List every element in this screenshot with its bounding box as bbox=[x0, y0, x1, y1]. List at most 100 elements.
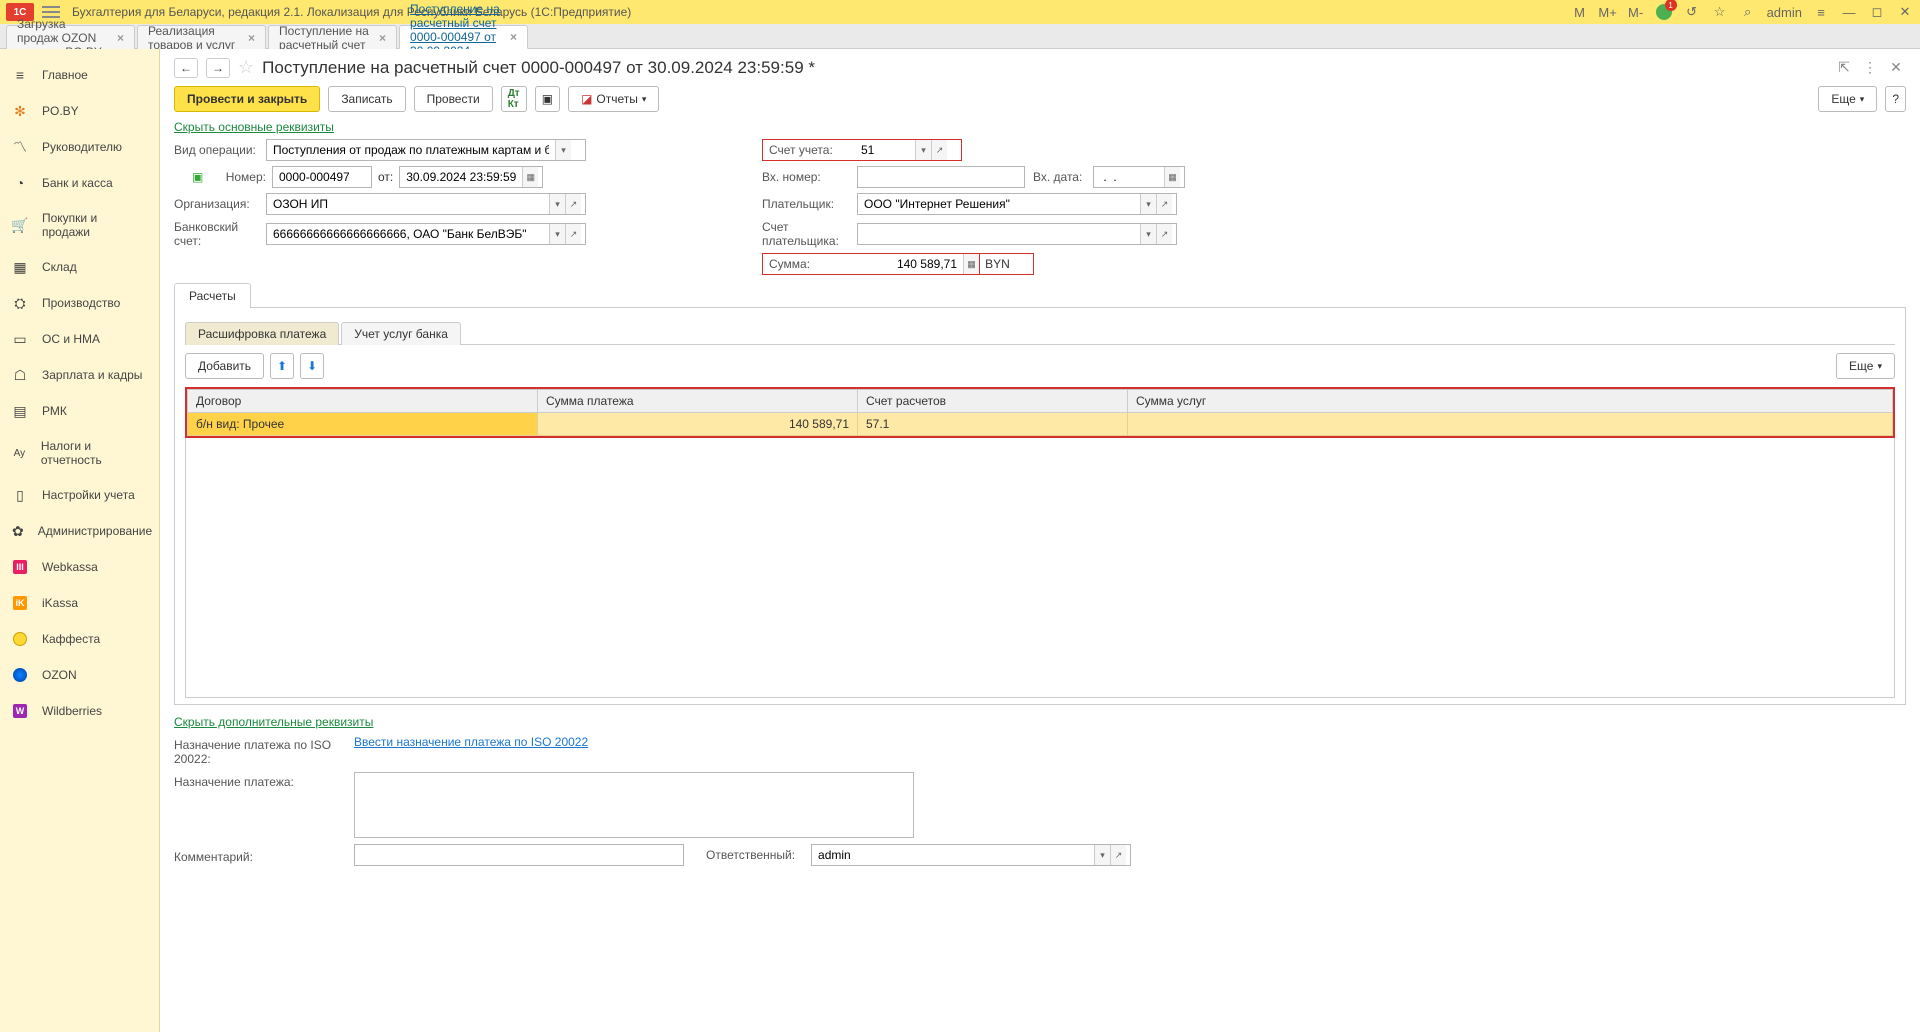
open-icon[interactable]: ↗ bbox=[1156, 194, 1172, 214]
sidebar-item-accounting-settings[interactable]: ▯Настройки учета bbox=[0, 477, 159, 513]
chevron-down-icon[interactable]: ▾ bbox=[555, 140, 571, 160]
history-icon[interactable]: ↺ bbox=[1683, 3, 1701, 21]
table-row[interactable]: б/н вид: Прочее 140 589,71 57.1 bbox=[188, 413, 1893, 436]
calc-mminus-icon[interactable]: M- bbox=[1627, 3, 1645, 21]
close-page-icon[interactable]: ✕ bbox=[1886, 58, 1906, 78]
tab-3[interactable]: Поступление на расчетный счет 0000-00049… bbox=[399, 25, 528, 49]
cell-service-amount[interactable] bbox=[1128, 413, 1893, 436]
sidebar-item-poby[interactable]: ✻PO.BY bbox=[0, 93, 159, 129]
payer-field[interactable]: ▾↗ bbox=[857, 193, 1177, 215]
bank-field[interactable]: ▾↗ bbox=[266, 223, 586, 245]
tab-2[interactable]: Поступление на расчетный счет× bbox=[268, 25, 397, 49]
number-input[interactable] bbox=[273, 167, 369, 187]
maximize-icon[interactable]: ◻ bbox=[1868, 3, 1886, 21]
sidebar-item-warehouse[interactable]: ▦Склад bbox=[0, 249, 159, 285]
date-field[interactable]: ▦ bbox=[399, 166, 543, 188]
calculator-icon[interactable]: ▦ bbox=[963, 254, 979, 274]
subtab-bank-services[interactable]: Учет услуг банка bbox=[341, 322, 461, 345]
chevron-down-icon[interactable]: ▾ bbox=[549, 224, 565, 244]
sidebar-item-assets[interactable]: ▭ОС и НМА bbox=[0, 321, 159, 357]
more-vertical-icon[interactable]: ⋮ bbox=[1860, 58, 1880, 78]
comment-input[interactable] bbox=[355, 845, 681, 865]
sidebar-item-rmk[interactable]: ▤РМК bbox=[0, 393, 159, 429]
close-icon[interactable]: × bbox=[510, 30, 517, 44]
calc-mplus-icon[interactable]: M+ bbox=[1599, 3, 1617, 21]
number-field[interactable] bbox=[272, 166, 372, 188]
hide-extra-link[interactable]: Скрыть дополнительные реквизиты bbox=[174, 715, 373, 729]
calendar-icon[interactable]: ▦ bbox=[522, 167, 538, 187]
payer-acc-field[interactable]: ▾↗ bbox=[857, 223, 1177, 245]
responsible-field[interactable]: ▾↗ bbox=[811, 844, 1131, 866]
help-button[interactable]: ? bbox=[1885, 86, 1906, 112]
sidebar-item-ikassa[interactable]: iKiKassa bbox=[0, 585, 159, 621]
in-date-input[interactable] bbox=[1094, 167, 1164, 187]
sidebar-item-ozon[interactable]: OZON bbox=[0, 657, 159, 693]
open-icon[interactable]: ↗ bbox=[565, 224, 581, 244]
sidebar-item-sales[interactable]: 🛒Покупки и продажи bbox=[0, 201, 159, 249]
favorite-toggle-icon[interactable]: ☆ bbox=[238, 57, 254, 78]
cell-contract[interactable]: б/н вид: Прочее bbox=[188, 413, 538, 436]
open-icon[interactable]: ↗ bbox=[565, 194, 581, 214]
op-type-field[interactable]: ▾ bbox=[266, 139, 586, 161]
minimize-icon[interactable]: — bbox=[1840, 3, 1858, 21]
sidebar-item-manager[interactable]: 〽Руководителю bbox=[0, 129, 159, 165]
reports-button[interactable]: ◪Отчеты▾ bbox=[568, 86, 659, 112]
account-input[interactable] bbox=[855, 140, 915, 160]
col-account[interactable]: Счет расчетов bbox=[858, 390, 1128, 413]
link-icon[interactable]: ⇱ bbox=[1834, 58, 1854, 78]
date-input[interactable] bbox=[400, 167, 522, 187]
nav-forward-button[interactable]: → bbox=[206, 58, 230, 78]
sidebar-item-main[interactable]: ≡Главное bbox=[0, 57, 159, 93]
settings-icon[interactable]: ≡ bbox=[1812, 3, 1830, 21]
payer-acc-input[interactable] bbox=[858, 224, 1140, 244]
more-button[interactable]: Еще▾ bbox=[1818, 86, 1877, 112]
add-row-button[interactable]: Добавить bbox=[185, 353, 264, 379]
close-icon[interactable]: × bbox=[379, 31, 386, 45]
cell-account[interactable]: 57.1 bbox=[858, 413, 1128, 436]
cell-amount[interactable]: 140 589,71 bbox=[538, 413, 858, 436]
table-empty-space[interactable] bbox=[185, 438, 1895, 698]
nav-back-button[interactable]: ← bbox=[174, 58, 198, 78]
iso-link[interactable]: Ввести назначение платежа по ISO 20022 bbox=[354, 735, 588, 749]
tab-0[interactable]: Загрузка продаж OZON по дням PO.BY× bbox=[6, 25, 135, 49]
sidebar-item-production[interactable]: ⛭Производство bbox=[0, 285, 159, 321]
move-down-button[interactable]: ⬇ bbox=[300, 353, 324, 379]
sidebar-item-tax[interactable]: AyНалоги и отчетность bbox=[0, 429, 159, 477]
col-contract[interactable]: Договор bbox=[188, 390, 538, 413]
chevron-down-icon[interactable]: ▾ bbox=[1140, 194, 1156, 214]
dt-kt-button[interactable]: ДтКт bbox=[501, 86, 527, 112]
chevron-down-icon[interactable]: ▾ bbox=[915, 140, 931, 160]
sidebar-item-bank[interactable]: ◔Банк и касса bbox=[0, 165, 159, 201]
sum-input[interactable] bbox=[855, 254, 963, 274]
sidebar-item-wildberries[interactable]: WWildberries bbox=[0, 693, 159, 729]
col-service-amount[interactable]: Сумма услуг bbox=[1128, 390, 1893, 413]
tab-calculations[interactable]: Расчеты bbox=[174, 283, 251, 308]
search-icon[interactable]: ⌕ bbox=[1739, 3, 1757, 21]
chevron-down-icon[interactable]: ▾ bbox=[1140, 224, 1156, 244]
post-and-close-button[interactable]: Провести и закрыть bbox=[174, 86, 320, 112]
org-input[interactable] bbox=[267, 194, 549, 214]
inner-more-button[interactable]: Еще▾ bbox=[1836, 353, 1895, 379]
user-label[interactable]: admin bbox=[1767, 3, 1802, 21]
chevron-down-icon[interactable]: ▾ bbox=[549, 194, 565, 214]
op-type-input[interactable] bbox=[267, 140, 555, 160]
write-button[interactable]: Записать bbox=[328, 86, 405, 112]
col-amount[interactable]: Сумма платежа bbox=[538, 390, 858, 413]
responsible-input[interactable] bbox=[812, 845, 1094, 865]
in-number-field[interactable] bbox=[857, 166, 1025, 188]
tab-1[interactable]: Реализация товаров и услуг× bbox=[137, 25, 266, 49]
open-icon[interactable]: ↗ bbox=[1110, 845, 1126, 865]
sidebar-item-webkassa[interactable]: IIIWebkassa bbox=[0, 549, 159, 585]
post-button[interactable]: Провести bbox=[414, 86, 493, 112]
open-icon[interactable]: ↗ bbox=[1156, 224, 1172, 244]
bank-input[interactable] bbox=[267, 224, 549, 244]
favorites-icon[interactable]: ☆ bbox=[1711, 3, 1729, 21]
chevron-down-icon[interactable]: ▾ bbox=[1094, 845, 1110, 865]
close-icon[interactable]: × bbox=[117, 31, 124, 45]
move-up-button[interactable]: ⬆ bbox=[270, 353, 294, 379]
in-number-input[interactable] bbox=[858, 167, 1022, 187]
sidebar-item-admin[interactable]: ✿Администрирование bbox=[0, 513, 159, 549]
structure-button[interactable]: ▣ bbox=[535, 86, 560, 112]
org-field[interactable]: ▾↗ bbox=[266, 193, 586, 215]
calc-m-icon[interactable]: M bbox=[1571, 3, 1589, 21]
